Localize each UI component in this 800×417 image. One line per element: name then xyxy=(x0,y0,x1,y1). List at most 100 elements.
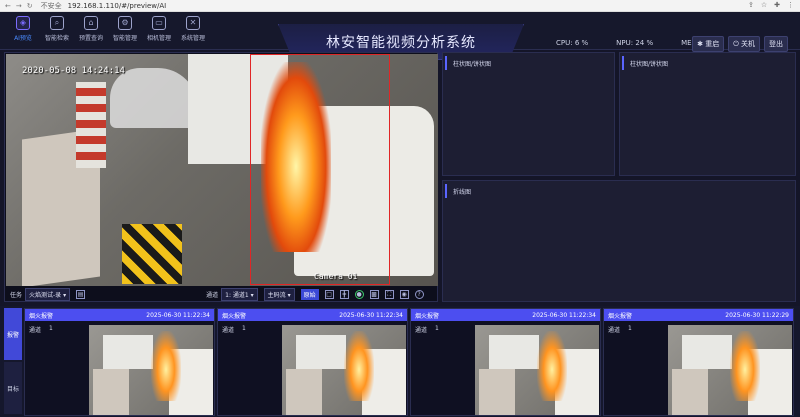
logout-button[interactable]: 登出 xyxy=(764,36,788,52)
task-label: 任务 xyxy=(10,292,23,299)
camera-icon: ▭ xyxy=(152,16,166,30)
tab-label: AI预览 xyxy=(14,35,32,42)
tab-alarm[interactable]: 报警 xyxy=(4,308,22,360)
stream-select[interactable]: 主码流 ▾ xyxy=(263,288,295,301)
alarm-card[interactable]: 烟火报警 2025-06-30 11:22:34 通道 1 xyxy=(410,308,601,416)
gear-icon: ⚙ xyxy=(118,16,132,30)
alarm-title: 烟火报警 xyxy=(222,312,247,320)
tab-label: 智能管理 xyxy=(112,35,137,42)
alarm-title: 烟火报警 xyxy=(415,312,440,320)
target-icon[interactable]: ● xyxy=(354,290,364,299)
system-icon: ✕ xyxy=(186,16,200,30)
browser-bar: ← → ↻ 不安全 192.168.1.110/#/preview/AI ⇪ ☆… xyxy=(0,0,800,12)
alarm-channel: 1 xyxy=(435,325,439,332)
alarm-card-body: 通道 1 xyxy=(411,321,600,415)
power-icon: ⏻ xyxy=(733,40,741,48)
task-select[interactable]: 火焰测试-录 ▾ xyxy=(25,288,71,301)
thumb-truck xyxy=(103,335,153,369)
alarm-card[interactable]: 烟火报警 2025-06-30 11:22:34 通道 1 xyxy=(217,308,408,416)
alarm-card-body: 通道 1 xyxy=(604,321,793,415)
stream-value: 主码流 xyxy=(267,292,286,299)
shutdown-label: 关机 xyxy=(741,40,755,48)
thumb-cabinet xyxy=(93,369,129,415)
panel-title: 柱状图/饼状图 xyxy=(445,56,614,70)
alarm-channel-label: 通道 xyxy=(29,327,42,334)
alarm-cards: 烟火报警 2025-06-30 11:22:34 通道 1 烟火报警 2025-06-… xyxy=(24,308,794,416)
fullscreen-icon[interactable]: ⛶ xyxy=(384,290,394,299)
tab-system-manage[interactable]: ✕ 系统管理 xyxy=(178,16,208,42)
alarm-title: 烟火报警 xyxy=(608,312,633,320)
panel-title: 柱状图/饼状图 xyxy=(622,56,795,70)
thumb-truck xyxy=(296,335,346,369)
header-controls: ✱ 重启 ⏻ 关机 登出 xyxy=(692,36,788,52)
alarm-info: 通道 1 xyxy=(29,325,53,334)
extension-icon[interactable]: ✚ xyxy=(774,1,780,9)
shutdown-button[interactable]: ⏻ 关机 xyxy=(728,36,760,52)
tab-preset-query[interactable]: ⌂ 预置查询 xyxy=(76,16,106,42)
grid-view-icon[interactable]: ╋ xyxy=(339,290,349,299)
tab-smart-manage[interactable]: ⚙ 智能管理 xyxy=(110,16,140,42)
folder-icon[interactable]: ▤ xyxy=(76,290,86,299)
tab-camera-manage[interactable]: ▭ 相机管理 xyxy=(144,16,174,42)
channel-value: 1: 通道1 xyxy=(225,292,249,299)
alarm-card-header: 烟火报警 2025-06-30 11:22:34 xyxy=(25,309,214,321)
alarm-channel: 1 xyxy=(242,325,246,332)
search-icon: ⌕ xyxy=(50,16,64,30)
tab-label: 智能检索 xyxy=(44,35,69,42)
alarm-card-body: 通道 1 xyxy=(218,321,407,415)
app-title: 林安智能视频分析系统 xyxy=(326,34,476,51)
scene-car xyxy=(110,68,198,128)
alarm-thumbnail[interactable] xyxy=(89,325,213,415)
pattern-view-icon[interactable]: ▩ xyxy=(369,290,379,299)
camera-feed[interactable]: 2020-05-08 14:24:14 Camera 01 xyxy=(6,54,438,286)
security-label: 不安全 xyxy=(40,1,62,10)
tab-label: 目标 xyxy=(6,385,19,393)
video-toolbar: 任务 火焰测试-录 ▾ ▤ 通道 1: 通道1 ▾ 主码流 ▾ 原始 □ ╋ ●… xyxy=(6,287,438,302)
ai-preview-icon: ◈ xyxy=(16,16,30,30)
thumb-cabinet xyxy=(672,369,708,415)
alarm-card[interactable]: 烟火报警 2025-06-30 11:22:34 通道 1 xyxy=(24,308,215,416)
browser-extensions: ⇪ ☆ ✚ ⋮ xyxy=(748,1,794,9)
tab-ai-preview[interactable]: ◈ AI预览 xyxy=(8,16,38,42)
star-icon[interactable]: ☆ xyxy=(761,1,767,9)
channel-select[interactable]: 1: 通道1 ▾ xyxy=(221,288,258,301)
snapshot-icon[interactable]: ◉ xyxy=(399,290,409,299)
bar-pie-chart-panel-1: 柱状图/饼状图 xyxy=(442,52,615,176)
reload-icon[interactable]: ↻ xyxy=(27,2,33,10)
back-icon[interactable]: ← xyxy=(5,2,11,10)
share-icon[interactable]: ⇪ xyxy=(748,1,754,9)
restart-button[interactable]: ✱ 重启 xyxy=(692,36,725,52)
cpu-stat: CPU: 6 % xyxy=(556,39,589,47)
alarm-time: 2025-06-30 11:22:29 xyxy=(725,311,789,319)
alarm-card[interactable]: 烟火报警 2025-06-30 11:22:29 通道 1 xyxy=(603,308,794,416)
forward-icon[interactable]: → xyxy=(16,2,22,10)
thumb-fire xyxy=(151,331,181,401)
tab-smart-search[interactable]: ⌕ 智能检索 xyxy=(42,16,72,42)
video-timestamp: 2020-05-08 14:24:14 xyxy=(22,66,125,76)
alarm-thumbnail[interactable] xyxy=(475,325,599,415)
alarm-thumbnail[interactable] xyxy=(668,325,792,415)
npu-stat: NPU: 24 % xyxy=(616,39,654,47)
alarm-time: 2025-06-30 11:22:34 xyxy=(339,311,403,319)
chevron-down-icon: ▾ xyxy=(63,292,67,299)
panel-title: 折线图 xyxy=(445,184,795,198)
alarm-card-header: 烟火报警 2025-06-30 11:22:29 xyxy=(604,309,793,321)
thumb-truck xyxy=(489,335,539,369)
app-header: ◈ AI预览 ⌕ 智能检索 ⌂ 预置查询 ⚙ 智能管理 ▭ 相机管理 ✕ 系统管理 林安智能… xyxy=(0,12,800,60)
thumb-fire xyxy=(730,331,760,401)
alarm-section: 报警 目标 烟火报警 2025-06-30 11:22:34 通道 1 烟火报警 20… xyxy=(0,306,800,417)
alarm-title: 烟火报警 xyxy=(29,312,54,320)
alarm-card-header: 烟火报警 2025-06-30 11:22:34 xyxy=(411,309,600,321)
alarm-thumbnail[interactable] xyxy=(282,325,406,415)
alarm-card-body: 通道 1 xyxy=(25,321,214,415)
browser-nav: ← → ↻ xyxy=(0,2,33,10)
help-icon[interactable]: ? xyxy=(414,290,424,299)
thumb-fire xyxy=(537,331,567,401)
original-mode-button[interactable]: 原始 xyxy=(300,289,319,300)
menu-icon[interactable]: ⋮ xyxy=(787,1,794,9)
tab-target[interactable]: 目标 xyxy=(4,362,22,414)
url-bar[interactable]: 192.168.1.110/#/preview/AI xyxy=(68,2,167,10)
thumb-truck xyxy=(682,335,732,369)
tab-label: 系统管理 xyxy=(180,35,205,42)
single-view-icon[interactable]: □ xyxy=(324,290,334,299)
